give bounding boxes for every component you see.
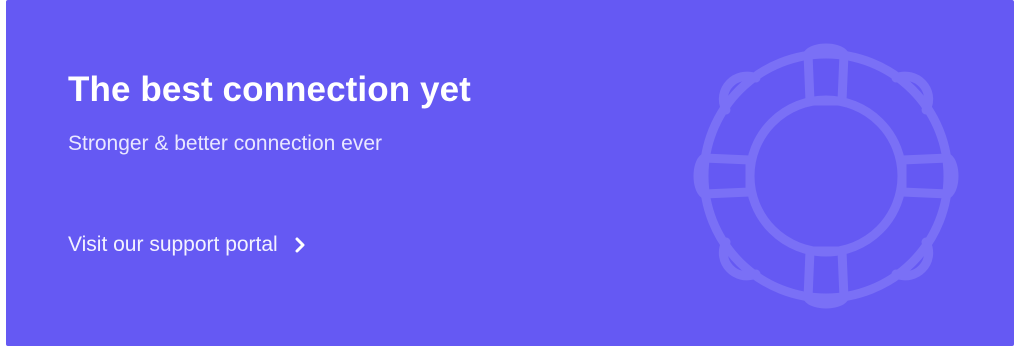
promo-banner: The best connection yet Stronger & bette… bbox=[6, 0, 1014, 346]
banner-title: The best connection yet bbox=[68, 70, 471, 109]
lifebuoy-icon bbox=[693, 43, 959, 309]
chevron-right-icon bbox=[295, 237, 305, 253]
banner-subtitle: Stronger & better connection ever bbox=[68, 132, 383, 155]
support-portal-link-label: Visit our support portal bbox=[68, 233, 278, 256]
support-portal-link[interactable]: Visit our support portal bbox=[68, 233, 308, 257]
